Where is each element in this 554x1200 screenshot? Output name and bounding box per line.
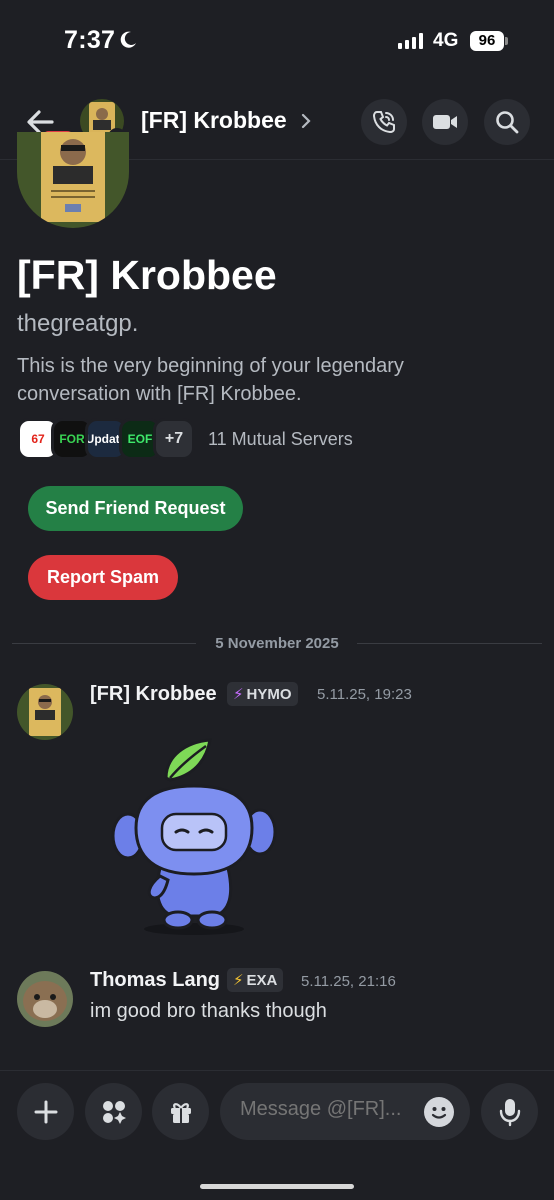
emoji-button[interactable] <box>424 1097 454 1127</box>
avatar[interactable] <box>17 971 73 1027</box>
conversation-intro: This is the very beginning of your legen… <box>17 355 404 405</box>
bolt-icon: ⚡ <box>233 686 244 703</box>
apps-icon <box>102 1100 126 1124</box>
status-time: 7:37 <box>64 26 116 54</box>
mutual-servers-label[interactable]: 11 Mutual Servers <box>208 429 353 450</box>
signal-icon <box>398 33 423 49</box>
guild-tag-label: EXA <box>246 971 278 989</box>
wumpus-leaf-wave-sticker[interactable] <box>108 736 280 936</box>
search-icon <box>496 111 519 134</box>
microphone-icon <box>499 1098 520 1126</box>
date-divider: 5 November 2025 <box>215 635 339 652</box>
guild-tag-label: HYMO <box>246 685 292 703</box>
moon-icon <box>120 31 136 48</box>
message-timestamp: 5.11.25, 19:23 <box>317 686 412 703</box>
report-spam-button[interactable]: Report Spam <box>28 555 178 600</box>
home-indicator <box>200 1184 354 1189</box>
profile-avatar[interactable] <box>17 132 129 228</box>
battery-icon <box>505 37 508 45</box>
voice-call-button[interactable] <box>361 99 407 145</box>
profile-username: thegreatgp. <box>17 310 139 337</box>
apps-button[interactable] <box>85 1083 142 1140</box>
avatar[interactable] <box>17 684 73 740</box>
message-input[interactable] <box>240 1098 415 1121</box>
voice-call-icon <box>372 111 395 134</box>
plus-icon <box>34 1100 57 1123</box>
video-call-button[interactable] <box>422 99 468 145</box>
battery-level: 96 <box>470 31 504 51</box>
attach-button[interactable] <box>17 1083 74 1140</box>
guild-tag[interactable]: ⚡ HYMO <box>227 682 298 706</box>
gift-button[interactable] <box>152 1083 209 1140</box>
message-timestamp: 5.11.25, 21:16 <box>301 973 396 990</box>
emoji-icon <box>431 1107 447 1119</box>
bolt-icon: ⚡ <box>233 972 244 989</box>
guild-tag[interactable]: ⚡ EXA <box>227 968 284 992</box>
network-type: 4G <box>433 30 459 51</box>
voice-message-button[interactable] <box>481 1083 538 1140</box>
message-content: im good bro thanks though <box>90 1000 327 1022</box>
more-servers-badge[interactable]: +7 <box>153 418 195 460</box>
search-button[interactable] <box>484 99 530 145</box>
message-author[interactable]: [FR] Krobbee <box>90 683 217 706</box>
profile-display-name: [FR] Krobbee <box>17 252 277 298</box>
gift-icon <box>170 1102 191 1123</box>
message-author[interactable]: Thomas Lang <box>90 969 220 992</box>
header-title[interactable]: [FR] Krobbee <box>141 107 287 134</box>
video-call-icon <box>433 115 457 129</box>
chevron-right-icon[interactable] <box>300 112 312 130</box>
send-friend-request-button[interactable]: Send Friend Request <box>28 486 243 531</box>
